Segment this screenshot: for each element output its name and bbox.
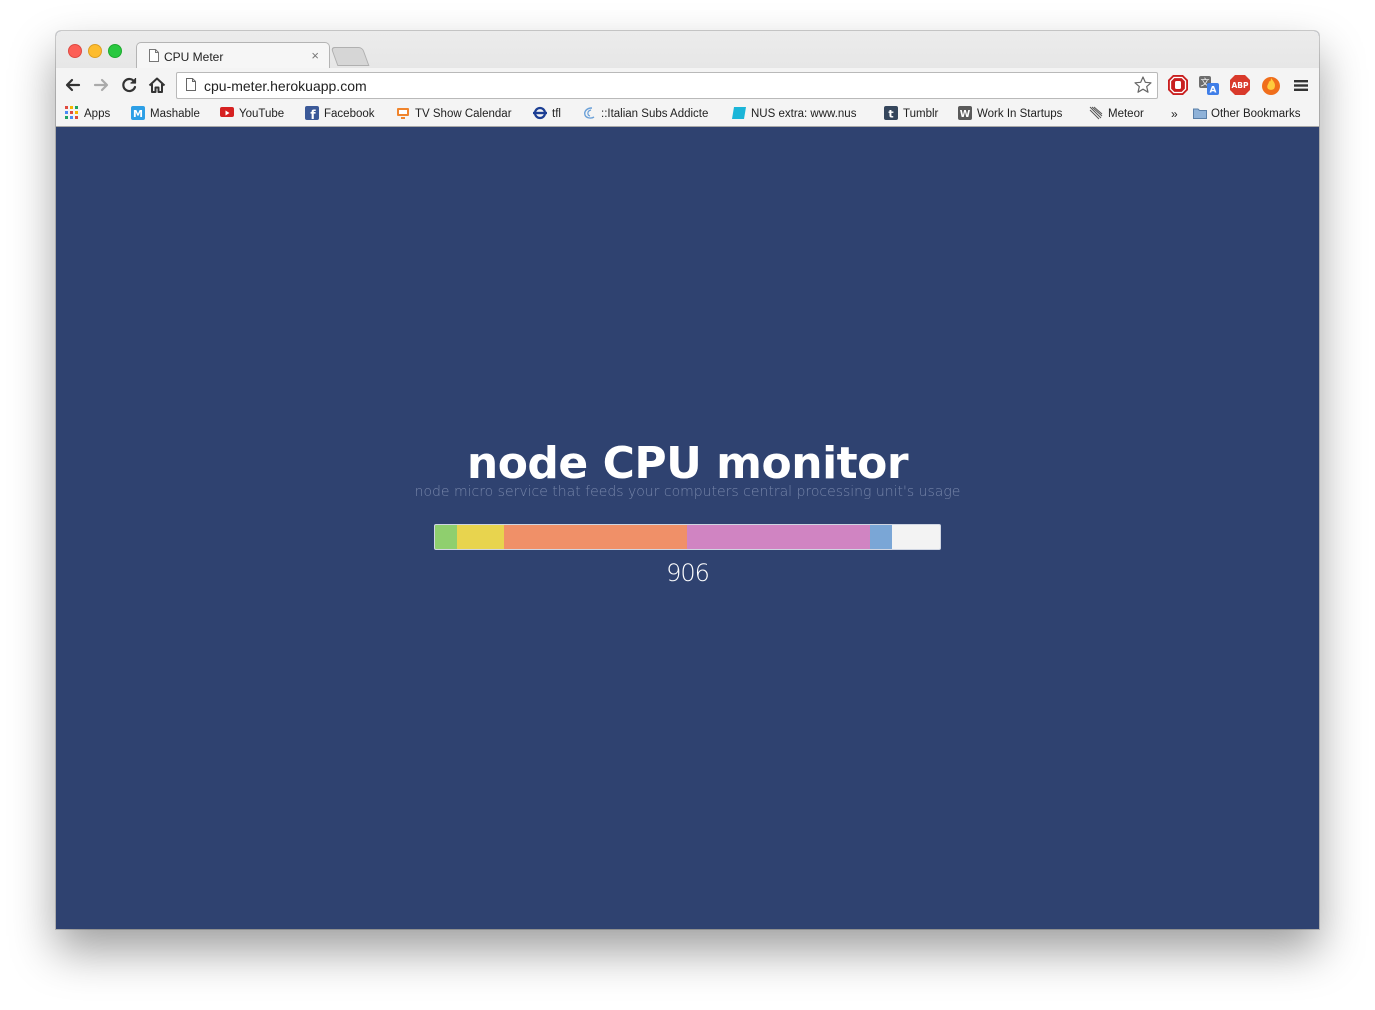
meter-segment-yellow: [457, 525, 504, 549]
tab-cpu-meter[interactable]: CPU Meter ×: [136, 42, 330, 69]
meter-segment-orange: [504, 525, 687, 549]
close-window-button[interactable]: [68, 44, 82, 58]
tab-title: CPU Meter: [164, 50, 224, 64]
back-button[interactable]: [62, 74, 84, 96]
nus-extra-icon: [732, 106, 746, 120]
bookmark-work-in-startups[interactable]: W Work In Startups: [958, 106, 1062, 122]
mashable-icon: M: [131, 106, 145, 120]
bookmark-label: Mashable: [150, 108, 200, 120]
page-title: node CPU monitor: [466, 438, 909, 489]
bookmark-nus-extra[interactable]: NUS extra: www.nus: [732, 106, 867, 122]
bookmark-tv-show-calendar[interactable]: TV Show Calendar: [396, 106, 512, 122]
forward-arrow-icon: [93, 78, 109, 92]
svg-text:t: t: [888, 108, 893, 121]
bookmark-label: tfl: [552, 108, 561, 120]
meter-segment-green: [435, 525, 457, 549]
svg-text:ABP: ABP: [1231, 81, 1249, 90]
meteor-icon: [1089, 106, 1103, 120]
bookmark-apps[interactable]: Apps: [65, 106, 110, 122]
forward-button[interactable]: [90, 74, 112, 96]
svg-text:W: W: [960, 109, 971, 120]
bookmark-label: TV Show Calendar: [415, 108, 512, 120]
bookmark-label: ::Italian Subs Addicte: [601, 108, 709, 120]
new-tab-button[interactable]: [330, 47, 370, 66]
bookmark-label: Work In Startups: [977, 108, 1063, 120]
bookmark-meteor[interactable]: Meteor: [1089, 106, 1144, 122]
meter-segment-pink: [687, 525, 870, 549]
page-info-icon[interactable]: [186, 78, 196, 91]
folder-icon: [1192, 106, 1207, 120]
apps-grid-icon: [65, 106, 79, 120]
bookmark-star-icon[interactable]: [1133, 75, 1153, 95]
tumblr-icon: t: [884, 106, 898, 121]
home-button[interactable]: [146, 74, 168, 96]
bookmark-mashable[interactable]: M Mashable: [131, 106, 200, 122]
cpu-value: 906: [666, 559, 710, 587]
page-subtitle: node micro service that feeds your compu…: [414, 484, 961, 500]
meter-segment-blue: [870, 525, 892, 549]
bookmark-tfl[interactable]: tfl: [533, 106, 561, 122]
page-content: node CPU monitor node micro service that…: [56, 127, 1319, 929]
close-tab-icon[interactable]: ×: [311, 48, 319, 63]
bookmark-youtube[interactable]: YouTube: [220, 106, 284, 122]
tv-icon: [396, 106, 410, 120]
address-bar[interactable]: cpu-meter.herokuapp.com: [176, 72, 1158, 99]
home-icon: [148, 77, 166, 93]
minimize-window-button[interactable]: [88, 44, 102, 58]
page-icon: [149, 49, 159, 62]
svg-text:A: A: [1210, 86, 1217, 96]
tfl-roundel-icon: [533, 106, 547, 120]
flame-extension-icon[interactable]: [1259, 73, 1283, 97]
other-bookmarks-folder[interactable]: Other Bookmarks: [1192, 106, 1300, 122]
bookmark-label: Facebook: [324, 108, 375, 120]
bookmarks-bar: Apps M Mashable YouTube f Facebook TV Sh…: [56, 102, 1319, 126]
browser-window: CPU Meter × cpu-meter.herokuapp.com 文 A …: [56, 31, 1319, 929]
browser-chrome: CPU Meter × cpu-meter.herokuapp.com 文 A …: [56, 31, 1319, 127]
adblock-plus-icon[interactable]: ABP: [1228, 73, 1252, 97]
bookmark-label: Apps: [84, 108, 111, 120]
bookmark-label: Meteor: [1108, 108, 1144, 120]
zoom-window-button[interactable]: [108, 44, 122, 58]
title-bar: CPU Meter ×: [56, 31, 1319, 69]
reload-icon: [122, 77, 137, 93]
bookmark-italian-subs[interactable]: ::Italian Subs Addicte: [582, 106, 717, 122]
bookmark-tumblr[interactable]: t Tumblr: [884, 106, 938, 122]
reload-button[interactable]: [118, 74, 140, 96]
back-arrow-icon: [65, 78, 81, 92]
bookmark-label: Tumblr: [903, 108, 939, 120]
facebook-icon: f: [305, 106, 319, 122]
cpu-meter-bar: [434, 524, 941, 550]
translate-extension-icon[interactable]: 文 A: [1197, 73, 1221, 97]
bookmark-label: Other Bookmarks: [1211, 108, 1301, 120]
bookmarks-overflow-button[interactable]: »: [1171, 106, 1178, 122]
menu-icon[interactable]: [1290, 73, 1312, 97]
svg-text:f: f: [310, 108, 316, 120]
bookmark-facebook[interactable]: f Facebook: [305, 106, 375, 122]
bookmark-label: YouTube: [239, 108, 285, 120]
workinstartups-icon: W: [958, 106, 972, 120]
youtube-icon: [220, 107, 234, 117]
url-text: cpu-meter.herokuapp.com: [204, 78, 367, 94]
svg-text:M: M: [133, 109, 143, 120]
bookmark-label: NUS extra: www.nus: [751, 108, 857, 120]
subs-swirl-icon: [582, 106, 596, 120]
stop-sign-extension-icon[interactable]: [1166, 73, 1190, 97]
toolbar: cpu-meter.herokuapp.com 文 A ABP: [56, 68, 1319, 102]
